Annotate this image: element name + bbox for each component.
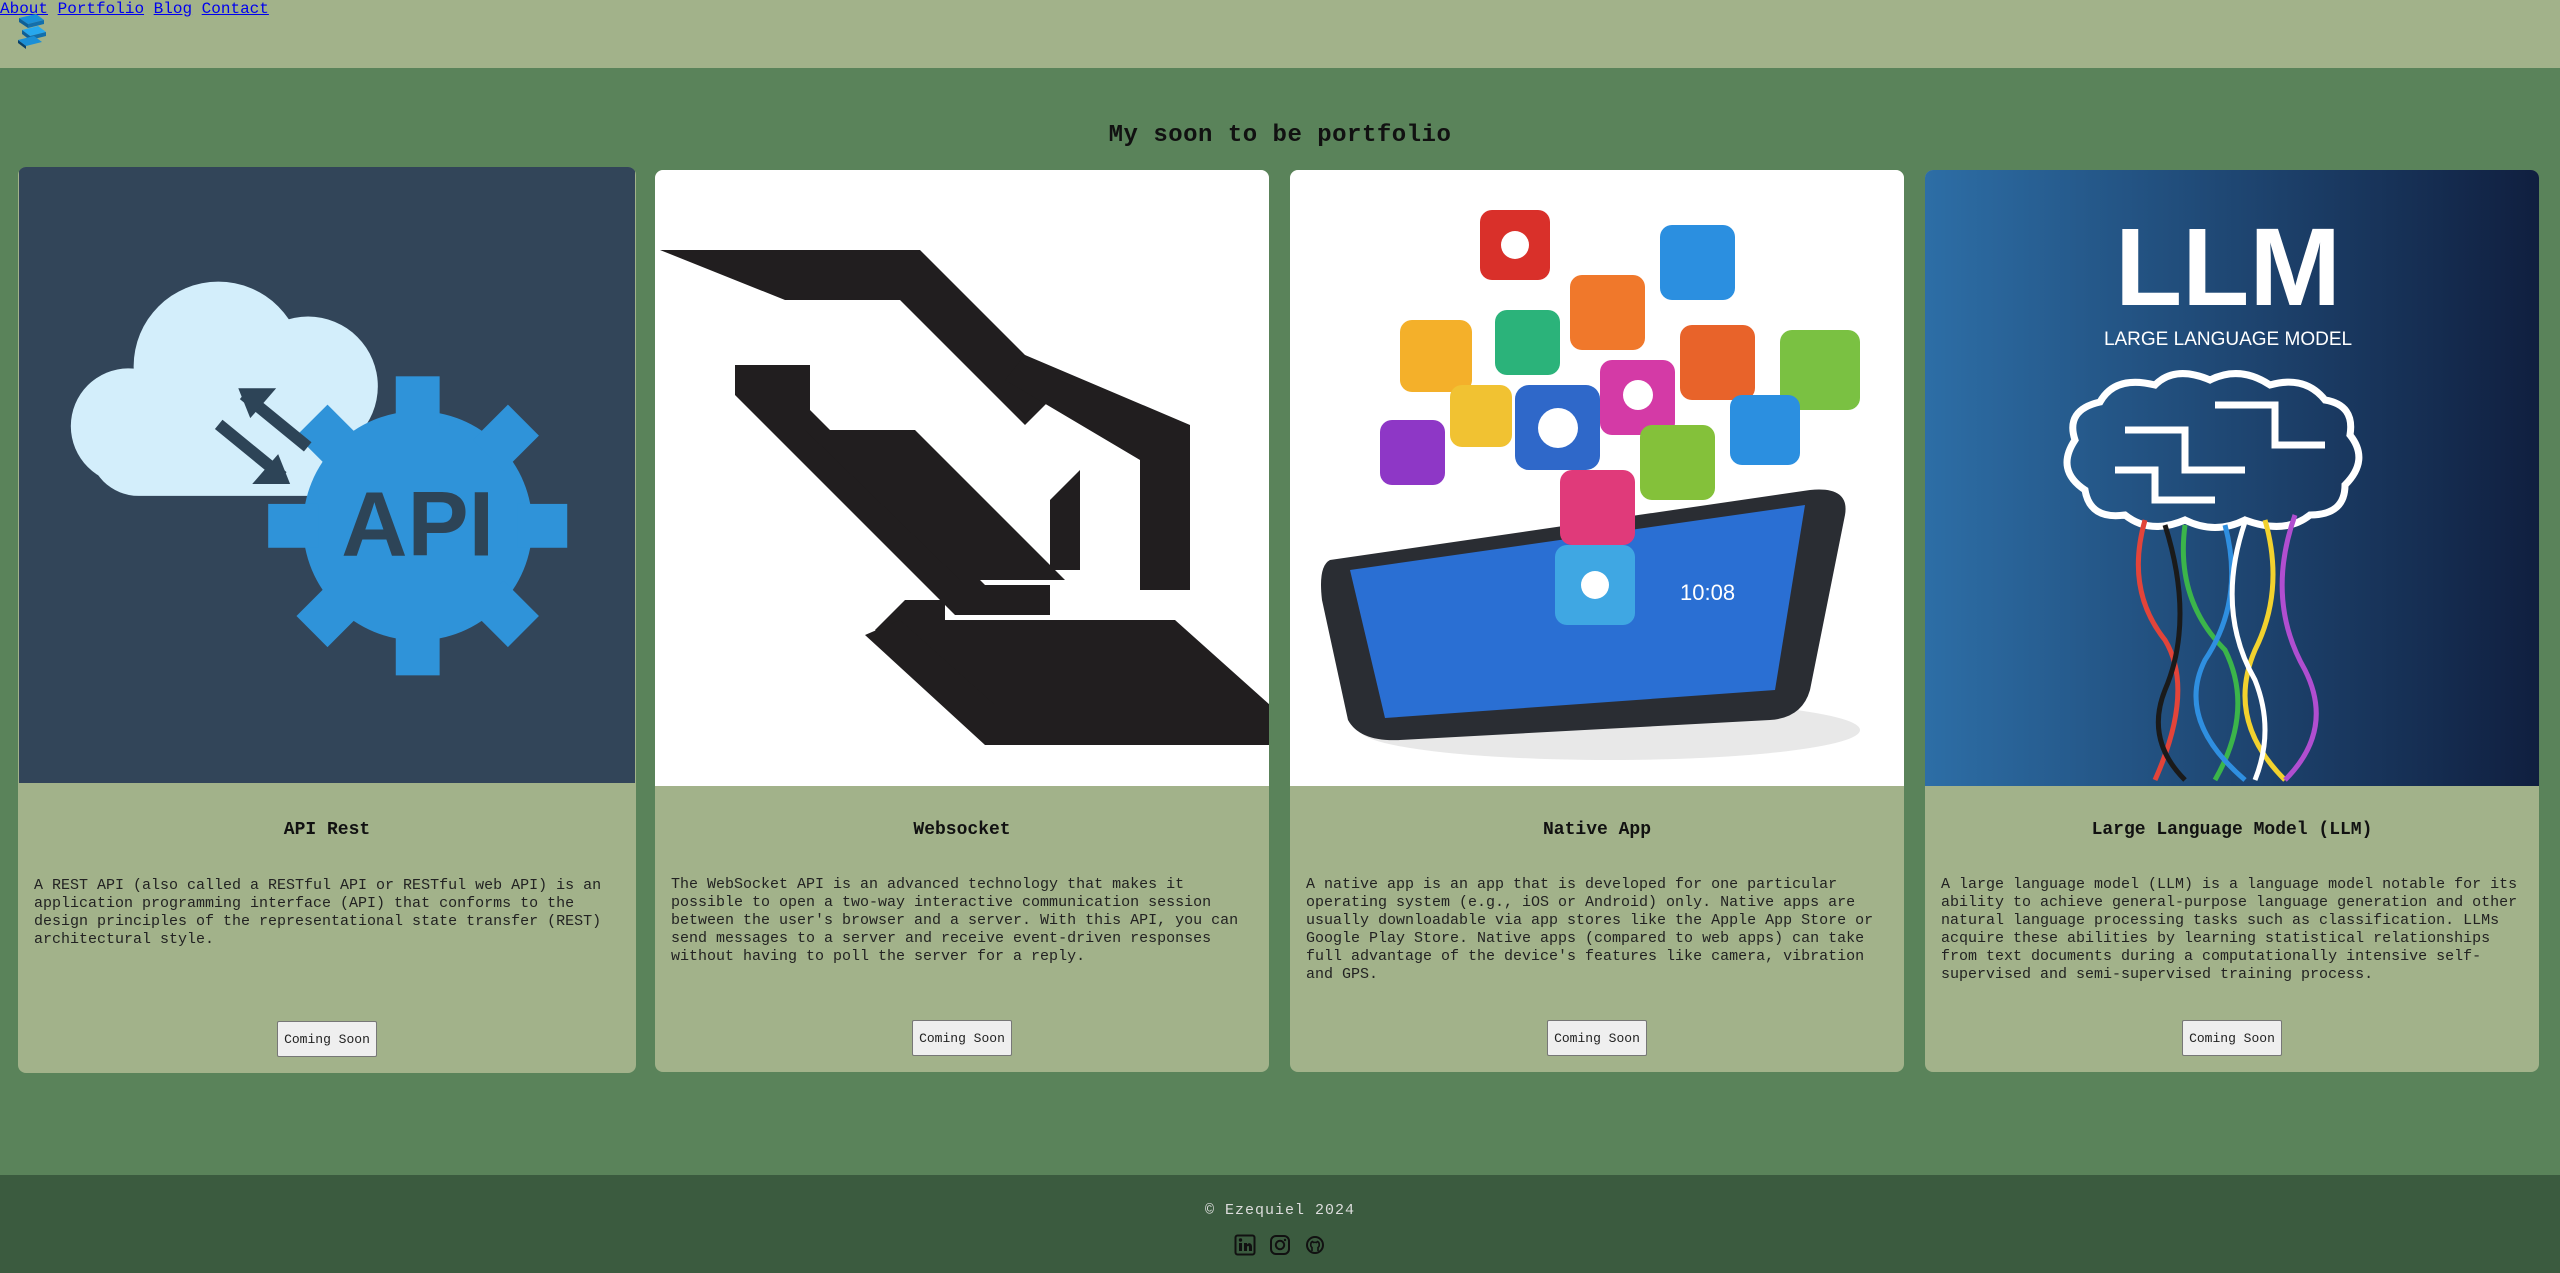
instagram-icon[interactable] bbox=[1269, 1234, 1291, 1256]
llm-image-title: LLM bbox=[2115, 206, 2341, 329]
linkedin-icon[interactable] bbox=[1234, 1234, 1256, 1256]
footer bbox=[0, 1175, 2560, 1273]
card-title: Websocket bbox=[913, 820, 1011, 840]
card-description: The WebSocket API is an advanced technol… bbox=[671, 876, 1239, 965]
api-cloud-gear-illustration: API bbox=[19, 167, 635, 783]
coming-soon-button[interactable]: Coming Soon bbox=[912, 1020, 1012, 1056]
page-title: My soon to be portfolio bbox=[1108, 122, 1452, 149]
api-image-text: API bbox=[341, 474, 494, 576]
tablet-clock-text: 10:08 bbox=[1680, 580, 1735, 605]
top-navigation-bar: About Portfolio Blog Contact bbox=[0, 0, 2560, 68]
websocket-logo-illustration bbox=[655, 170, 1269, 786]
card-title: Native App bbox=[1542, 820, 1652, 840]
nav-contact[interactable]: Contact bbox=[202, 0, 269, 18]
stacked-blocks-logo-icon[interactable] bbox=[14, 12, 52, 50]
project-card-websocket: Websocket The WebSocket API is an advanc… bbox=[655, 170, 1269, 1072]
github-icon[interactable] bbox=[1304, 1234, 1326, 1256]
coming-soon-button[interactable]: Coming Soon bbox=[1547, 1020, 1647, 1056]
nav-blog[interactable]: Blog bbox=[154, 0, 192, 18]
coming-soon-button[interactable]: Coming Soon bbox=[2182, 1020, 2282, 1056]
card-description: A native app is an app that is developed… bbox=[1306, 876, 1874, 983]
card-title: API Rest bbox=[283, 820, 371, 840]
project-card-native-app: 10:08 Native App A native app is an app … bbox=[1290, 170, 1904, 1072]
card-description: A REST API (also called a RESTful API or… bbox=[34, 877, 602, 948]
project-card-api-rest: API API Rest A REST API (also called a R… bbox=[18, 167, 636, 1073]
card-title: Large Language Model (LLM) bbox=[2091, 820, 2373, 840]
project-card-llm: LLM LARGE LANGUAGE MODEL Large Language … bbox=[1925, 170, 2539, 1072]
tablet-with-app-icons-illustration: 10:08 bbox=[1290, 170, 1904, 786]
nav-portfolio[interactable]: Portfolio bbox=[58, 0, 144, 18]
card-description: A large language model (LLM) is a langua… bbox=[1941, 876, 2518, 983]
llm-image-subtitle: LARGE LANGUAGE MODEL bbox=[2104, 329, 2352, 350]
llm-brain-illustration: LLM LARGE LANGUAGE MODEL bbox=[1925, 170, 2539, 786]
coming-soon-button[interactable]: Coming Soon bbox=[277, 1021, 377, 1057]
copyright-text: © Ezequiel 2024 bbox=[1204, 1202, 1356, 1219]
